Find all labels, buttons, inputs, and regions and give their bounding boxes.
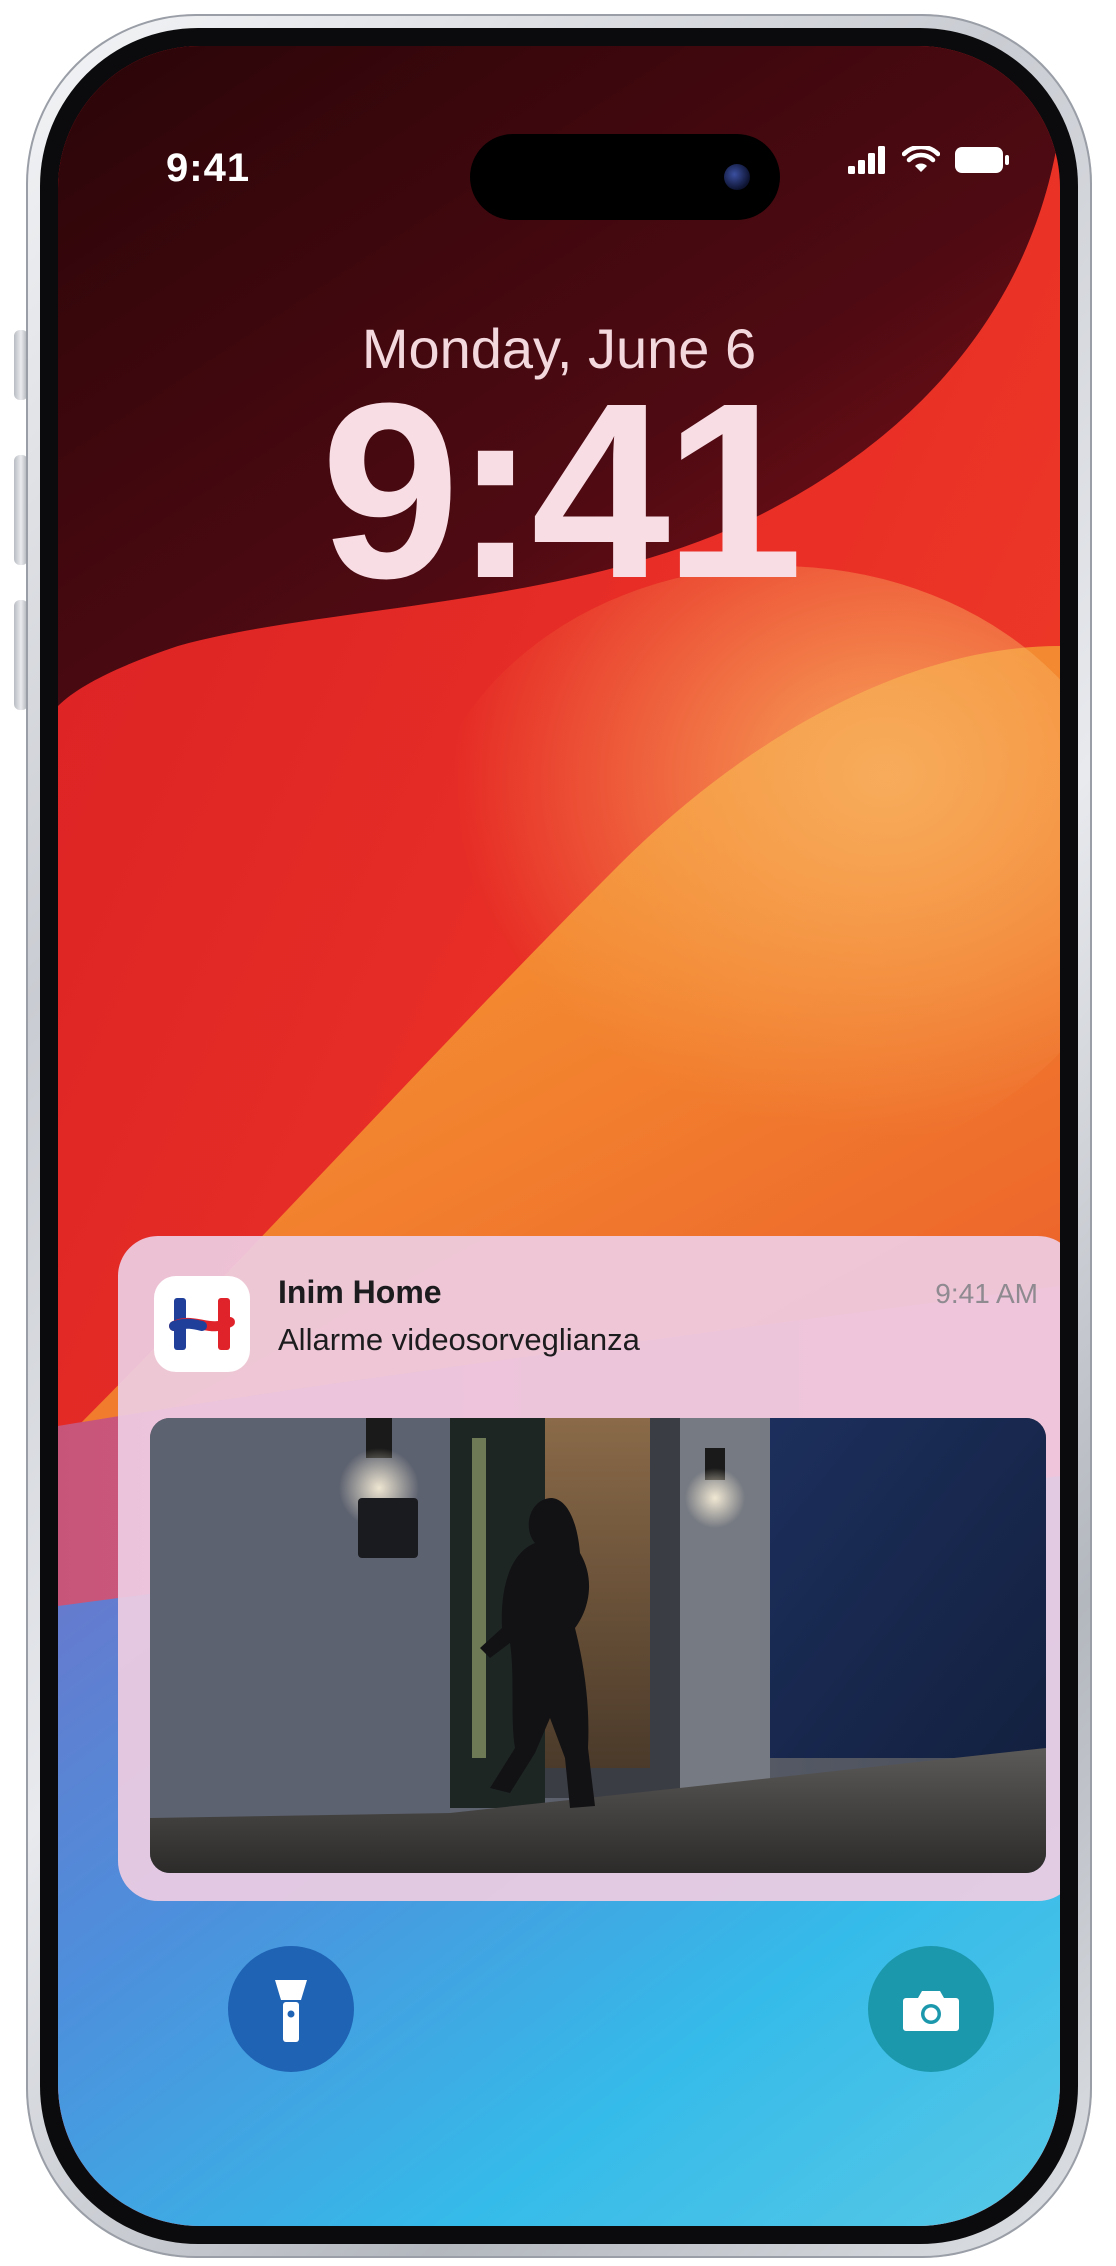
phone-bezel: 9:41 Monday, June 6 9:41 Inim Home 9:41 …	[40, 28, 1078, 2244]
cellular-signal-icon	[848, 146, 885, 174]
wifi-icon	[902, 146, 940, 172]
front-camera	[724, 164, 750, 190]
camera-button[interactable]	[868, 1946, 994, 2072]
notification-camera-snapshot[interactable]	[150, 1418, 1046, 1873]
camera-icon	[903, 1991, 959, 2031]
page: 9:41 Monday, June 6 9:41 Inim Home 9:41 …	[0, 0, 1116, 2266]
status-bar-time: 9:41	[166, 146, 251, 190]
inim-home-logo-icon	[154, 1276, 250, 1372]
flashlight-button[interactable]	[228, 1946, 354, 2072]
notification-message: Allarme videosorveglianza	[278, 1322, 640, 1357]
dynamic-island	[470, 134, 780, 220]
flashlight-icon	[275, 1980, 307, 2042]
notification-time: 9:41 AM	[935, 1278, 1038, 1309]
lock-screen: 9:41 Monday, June 6 9:41 Inim Home 9:41 …	[58, 46, 1060, 2226]
lock-screen-clock: 9:41	[320, 351, 803, 630]
status-icons	[848, 146, 1010, 174]
phone-frame: 9:41 Monday, June 6 9:41 Inim Home 9:41 …	[26, 14, 1092, 2258]
notification-card[interactable]: Inim Home 9:41 AM Allarme videosorveglia…	[118, 1236, 1060, 1901]
notification-app-name: Inim Home	[278, 1274, 442, 1310]
battery-icon	[955, 147, 1009, 173]
